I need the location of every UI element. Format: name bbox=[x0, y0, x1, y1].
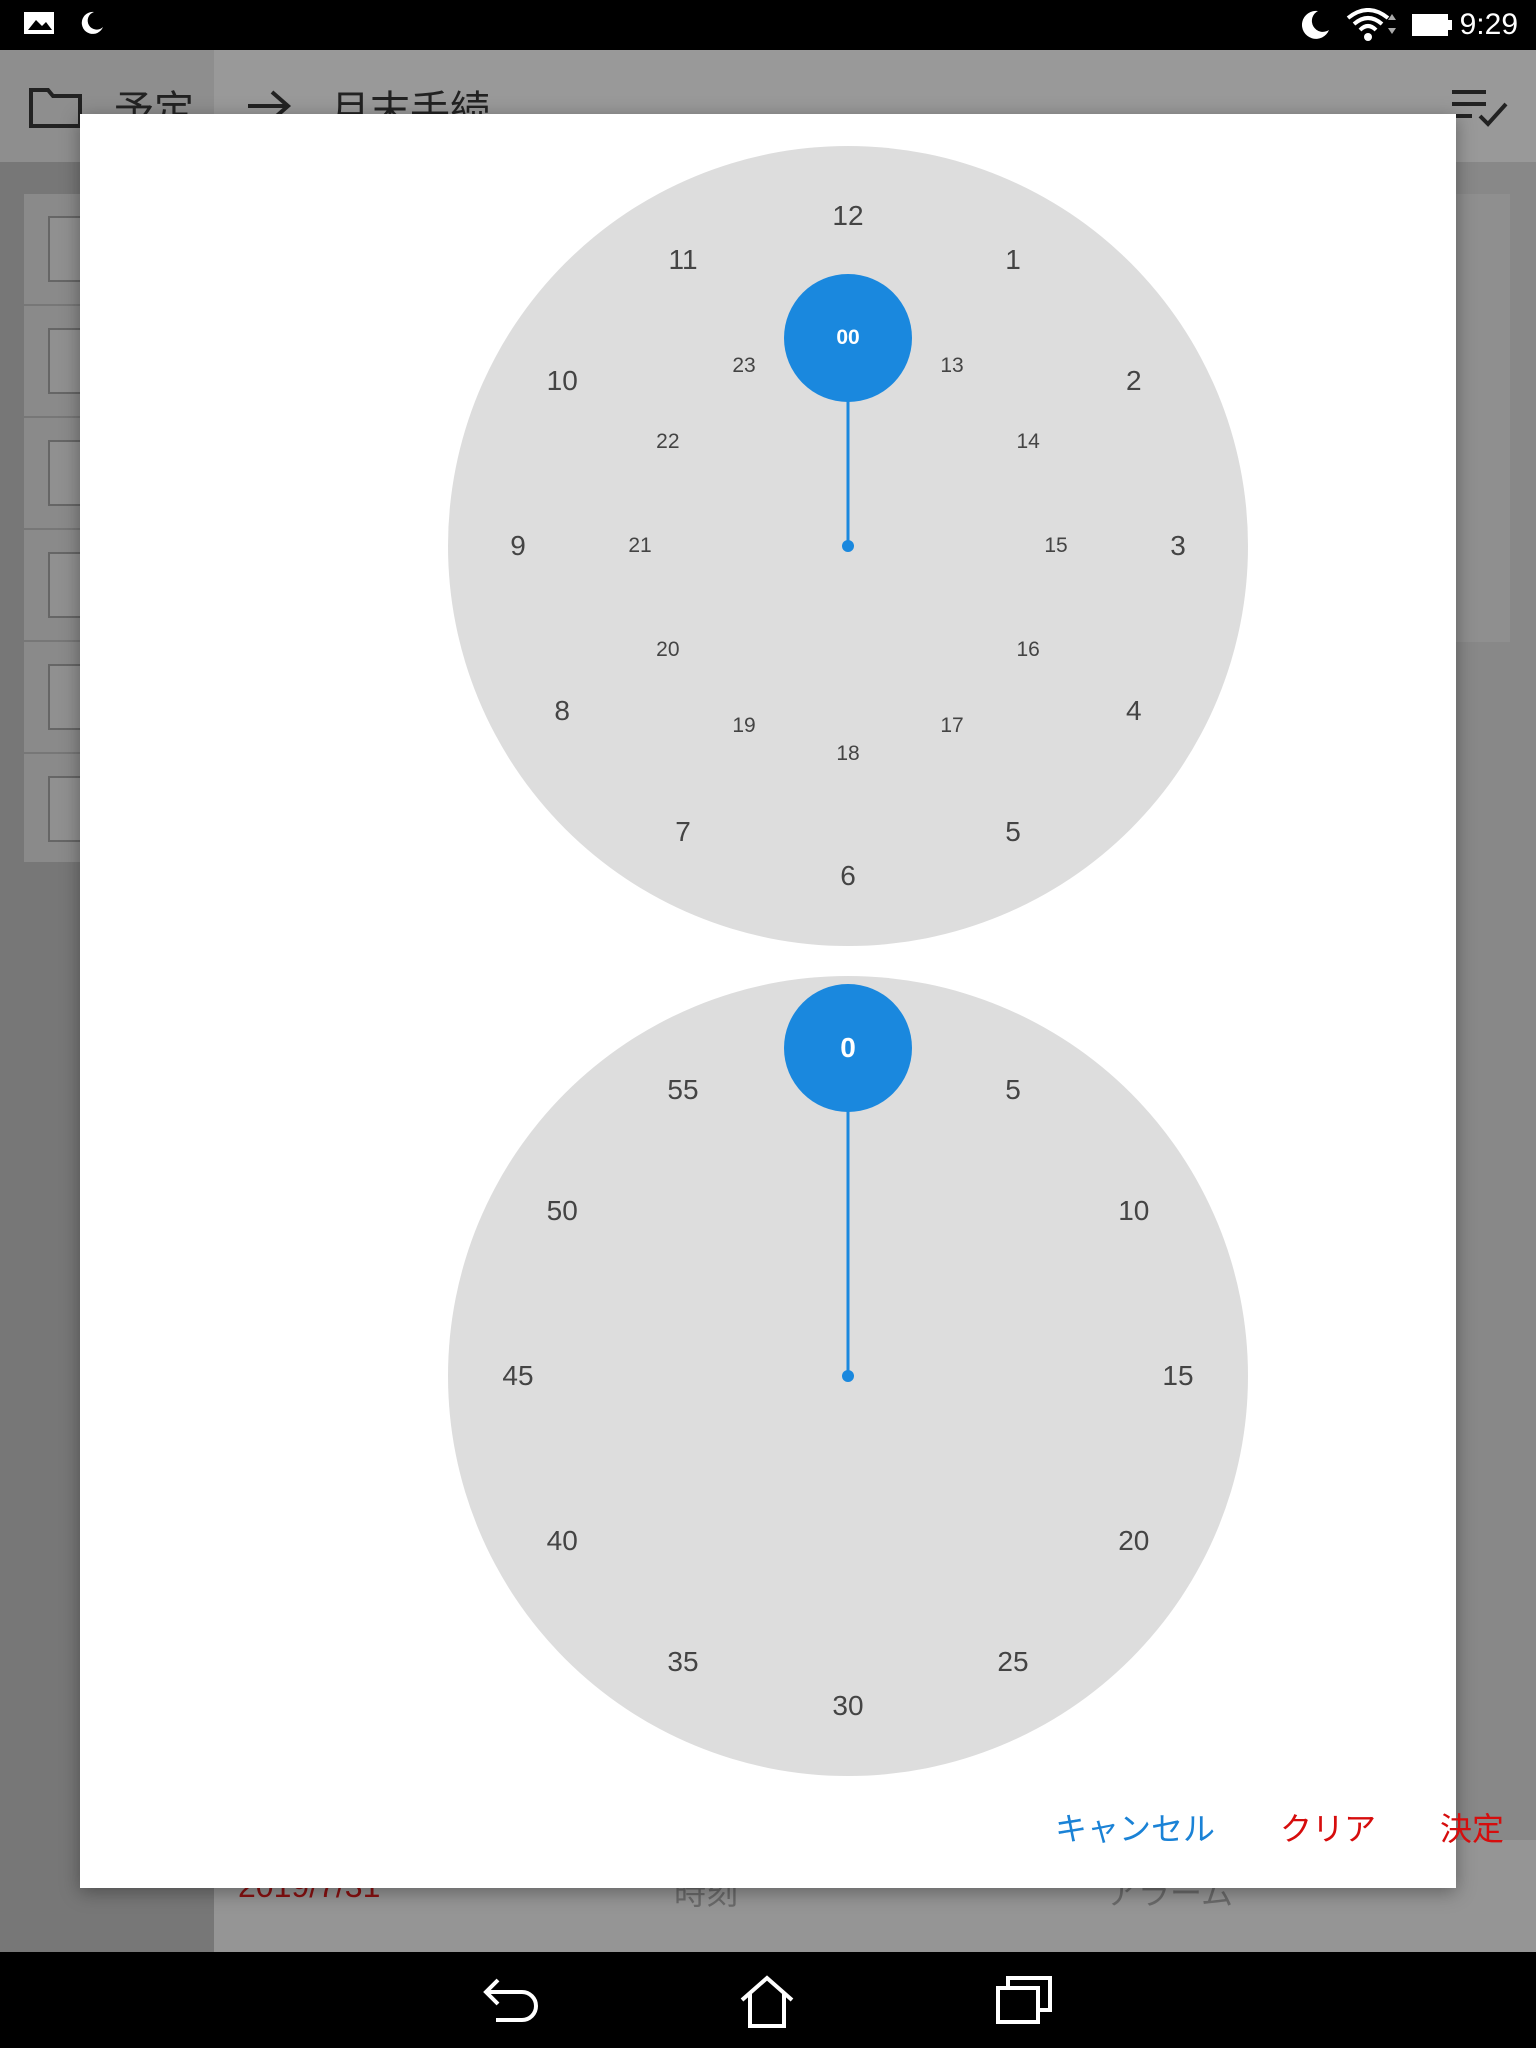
hour-outer-2[interactable]: 2 bbox=[1126, 365, 1142, 397]
minute-mark-55[interactable]: 55 bbox=[667, 1074, 698, 1106]
hour-inner-23[interactable]: 23 bbox=[732, 354, 755, 378]
hour-outer-12[interactable]: 12 bbox=[832, 200, 863, 232]
hour-dial[interactable]: 12 1 2 3 4 5 6 7 8 9 10 11 13 14 15 16 17 18 19 20 21 22 23 00 bbox=[448, 146, 1248, 946]
wifi-icon bbox=[1346, 8, 1396, 41]
minute-center-dot bbox=[842, 1370, 854, 1382]
minute-mark-35[interactable]: 35 bbox=[667, 1646, 698, 1678]
hour-hand bbox=[784, 274, 912, 552]
home-icon[interactable] bbox=[738, 1974, 796, 2030]
status-time: 9:29 bbox=[1459, 8, 1518, 41]
hour-outer-10[interactable]: 10 bbox=[547, 365, 578, 397]
moon-icon bbox=[1301, 10, 1329, 39]
folder-icon bbox=[29, 88, 82, 128]
minute-dial[interactable]: 5 10 15 20 25 30 35 40 45 50 55 0 bbox=[448, 976, 1248, 1776]
checklist-icon bbox=[1452, 90, 1508, 127]
minute-hand bbox=[784, 984, 912, 1382]
hour-outer-3[interactable]: 3 bbox=[1170, 530, 1186, 562]
minute-selected-label[interactable]: 0 bbox=[840, 1032, 856, 1064]
hour-inner-20[interactable]: 20 bbox=[656, 638, 679, 662]
hour-outer-8[interactable]: 8 bbox=[554, 695, 570, 727]
image-icon bbox=[24, 12, 54, 34]
hour-selected-label[interactable]: 00 bbox=[836, 326, 859, 350]
back-icon[interactable] bbox=[482, 1974, 544, 2028]
hour-inner-13[interactable]: 13 bbox=[940, 354, 963, 378]
hour-outer-4[interactable]: 4 bbox=[1126, 695, 1142, 727]
hour-inner-15[interactable]: 15 bbox=[1044, 534, 1067, 558]
minute-mark-40[interactable]: 40 bbox=[547, 1525, 578, 1557]
minute-mark-20[interactable]: 20 bbox=[1118, 1525, 1149, 1557]
clear-button[interactable]: クリア bbox=[1280, 1804, 1376, 1850]
hour-outer-6[interactable]: 6 bbox=[840, 860, 856, 892]
minute-mark-5[interactable]: 5 bbox=[1005, 1074, 1021, 1106]
hour-outer-1[interactable]: 1 bbox=[1005, 244, 1021, 276]
hour-inner-18[interactable]: 18 bbox=[836, 742, 859, 766]
battery-icon bbox=[1412, 14, 1452, 36]
hour-outer-11[interactable]: 11 bbox=[668, 244, 697, 276]
time-picker-dialog: 12 1 2 3 4 5 6 7 8 9 10 11 13 14 15 16 17 18 19 20 21 22 23 00 … bbox=[80, 114, 1504, 1888]
hour-inner-19[interactable]: 19 bbox=[732, 714, 755, 738]
hour-outer-9[interactable]: 9 bbox=[510, 530, 526, 562]
minute-mark-30[interactable]: 30 bbox=[832, 1690, 863, 1722]
ok-button[interactable]: 決定 bbox=[1440, 1804, 1504, 1850]
hour-inner-16[interactable]: 16 bbox=[1016, 638, 1039, 662]
hour-center-dot bbox=[842, 540, 854, 552]
hour-inner-22[interactable]: 22 bbox=[656, 430, 679, 454]
recents-icon[interactable] bbox=[994, 1974, 1054, 2026]
navigation-bar bbox=[0, 1952, 1536, 2048]
cancel-button[interactable]: キャンセル bbox=[1055, 1804, 1215, 1850]
hour-inner-21[interactable]: 21 bbox=[628, 534, 651, 558]
moon-icon bbox=[81, 11, 103, 34]
minute-mark-15[interactable]: 15 bbox=[1162, 1360, 1193, 1392]
hour-outer-5[interactable]: 5 bbox=[1005, 816, 1021, 848]
status-bar: 9:29 bbox=[0, 0, 1536, 50]
hour-inner-14[interactable]: 14 bbox=[1016, 430, 1039, 454]
hour-inner-17[interactable]: 17 bbox=[940, 714, 963, 738]
minute-mark-10[interactable]: 10 bbox=[1118, 1195, 1149, 1227]
hour-outer-7[interactable]: 7 bbox=[675, 816, 691, 848]
minute-mark-25[interactable]: 25 bbox=[997, 1646, 1028, 1678]
minute-mark-50[interactable]: 50 bbox=[547, 1195, 578, 1227]
minute-mark-45[interactable]: 45 bbox=[502, 1360, 533, 1392]
